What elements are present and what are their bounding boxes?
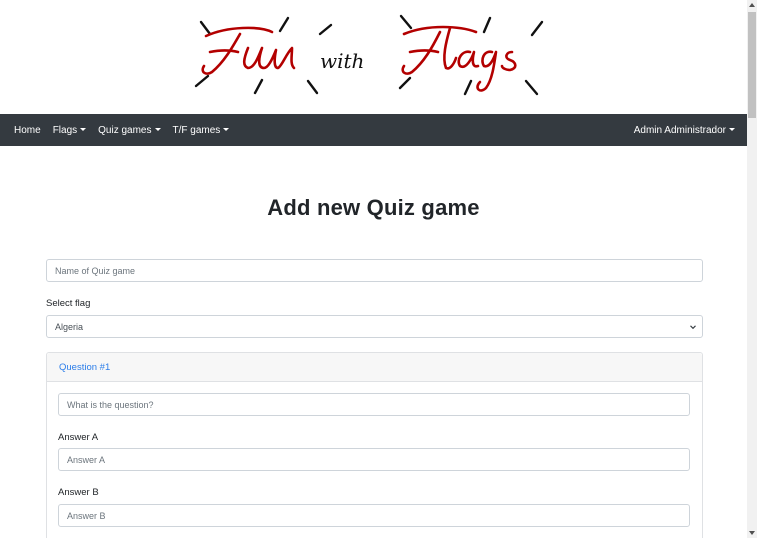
- question-input[interactable]: What is the question?: [58, 393, 690, 416]
- viewport: with Home Flags Quiz games T/F games Adm…: [0, 0, 747, 538]
- nav-quiz-games-label: Quiz games: [98, 124, 152, 136]
- question-toggle-link[interactable]: Question #1: [59, 362, 110, 373]
- caret-down-icon: [729, 127, 735, 131]
- nav-user-label: Admin Administrador: [633, 124, 726, 136]
- answer-a-placeholder: Answer A: [67, 454, 106, 465]
- caret-down-icon: [80, 127, 87, 131]
- nav-tf-games-dropdown[interactable]: T/F games: [167, 125, 236, 136]
- chevron-down-icon: [690, 325, 696, 330]
- nav-user-dropdown[interactable]: Admin Administrador: [628, 125, 747, 136]
- flag-select[interactable]: Algeria: [46, 315, 703, 338]
- page-title: Add new Quiz game: [267, 195, 480, 220]
- scroll-down-arrow-icon[interactable]: [749, 531, 755, 535]
- select-flag-label: Select flag: [46, 298, 91, 309]
- scroll-thumb[interactable]: [748, 12, 756, 118]
- nav-flags-dropdown[interactable]: Flags: [47, 125, 92, 136]
- answer-a-label: Answer A: [58, 432, 99, 443]
- nav-quiz-games-dropdown[interactable]: Quiz games: [92, 125, 166, 136]
- question-placeholder: What is the question?: [67, 399, 154, 410]
- navbar: Home Flags Quiz games T/F games Admin Ad…: [0, 114, 747, 146]
- nav-home-label: Home: [14, 124, 41, 136]
- answer-b-input[interactable]: Answer B: [58, 504, 690, 527]
- caret-down-icon: [154, 127, 161, 131]
- question-card-header: Question #1: [47, 353, 702, 382]
- logo-with: with: [320, 49, 364, 73]
- caret-down-icon: [223, 127, 230, 131]
- answer-b-label: Answer B: [58, 487, 99, 498]
- answer-a-input[interactable]: Answer A: [58, 448, 690, 471]
- logo-graphic: with: [194, 14, 544, 96]
- flag-select-value: Algeria: [55, 321, 84, 332]
- quiz-name-placeholder: Name of Quiz game: [55, 265, 136, 276]
- nav-home-link[interactable]: Home: [8, 125, 47, 136]
- answer-b-placeholder: Answer B: [67, 510, 106, 521]
- page-scrollbar[interactable]: [747, 0, 757, 538]
- nav-tf-games-label: T/F games: [172, 124, 221, 136]
- scroll-up-arrow-icon[interactable]: [749, 3, 755, 7]
- site-logo[interactable]: with: [0, 0, 747, 114]
- quiz-name-input[interactable]: Name of Quiz game: [46, 259, 703, 282]
- nav-flags-label: Flags: [52, 124, 78, 136]
